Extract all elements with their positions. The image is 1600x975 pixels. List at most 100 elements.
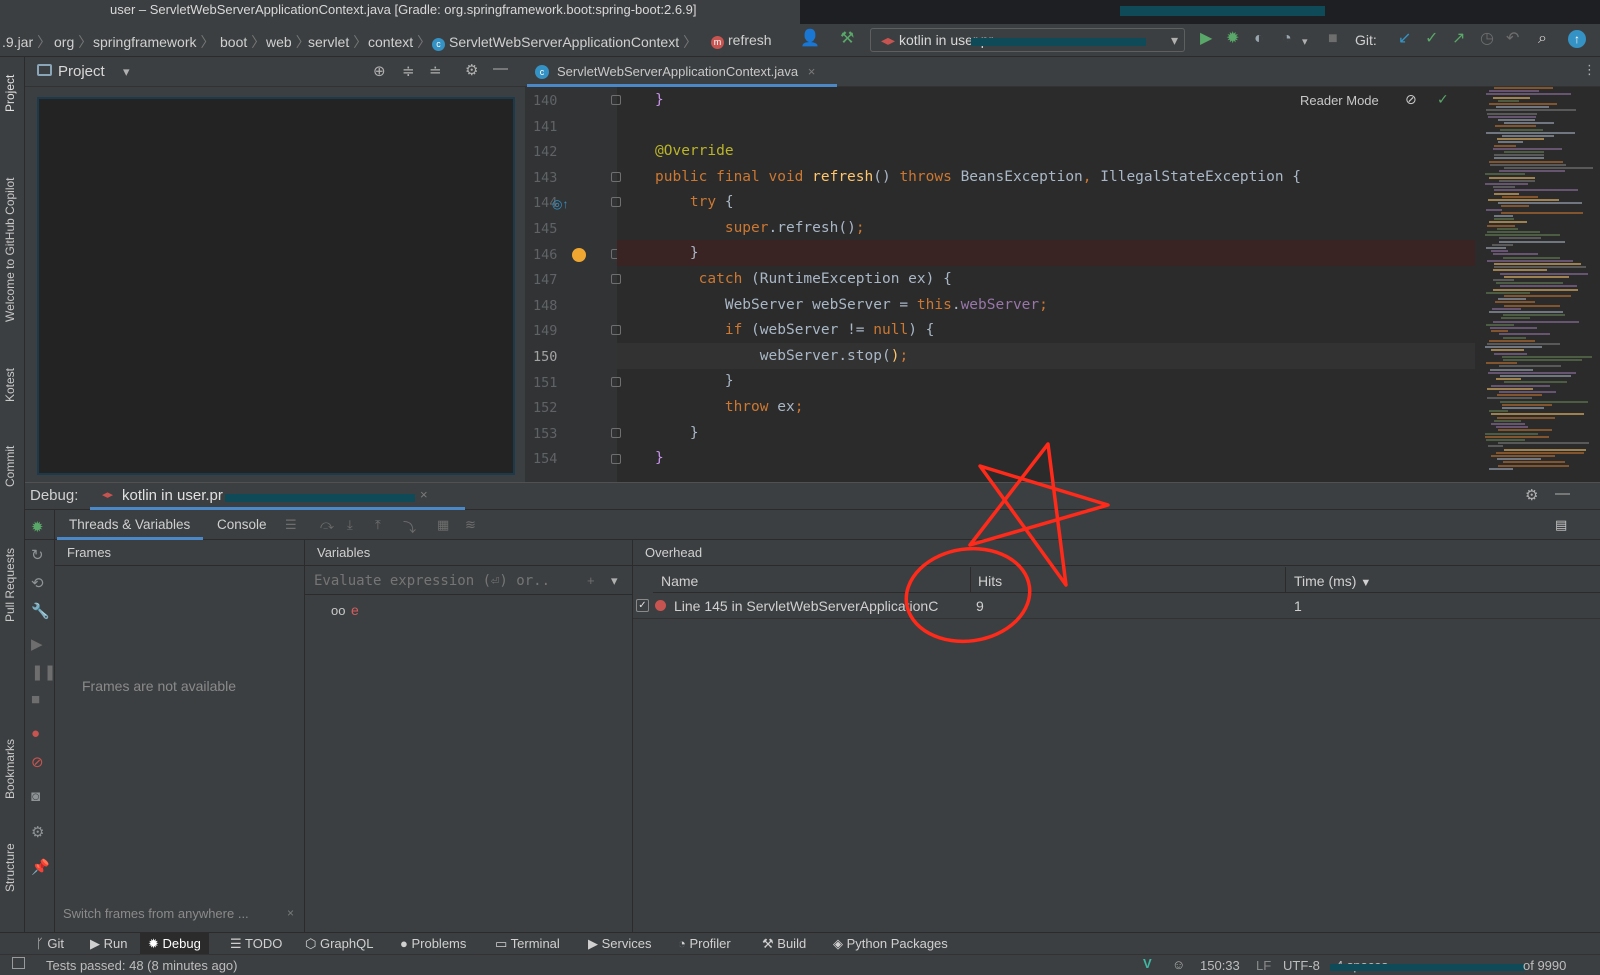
breadcrumb-web[interactable]: web 〉 [266, 32, 310, 52]
breakpoint-icon[interactable] [572, 248, 586, 262]
tool-python-packages[interactable]: ◈ Python Packages [833, 936, 948, 952]
chevron-down-icon[interactable]: ▾ [1302, 33, 1308, 51]
more-icon[interactable]: ⋮ [1583, 62, 1596, 78]
step-out-icon[interactable]: ⤒ [375, 517, 381, 533]
panel-toggle-icon[interactable] [12, 957, 25, 969]
fold-icon[interactable] [611, 197, 621, 207]
gear-icon[interactable]: ⚙ [465, 61, 478, 79]
reader-mode-button[interactable]: Reader Mode [1300, 93, 1379, 108]
fold-icon[interactable] [611, 95, 621, 105]
git-commit-icon[interactable]: ✓ [1425, 30, 1438, 48]
menu-lines-icon[interactable]: ☰ [285, 517, 297, 533]
tool-build[interactable]: ⚒ Build [762, 936, 806, 952]
pause-icon[interactable]: ❚❚ [31, 663, 56, 681]
expand-all-icon[interactable]: ≑ [402, 62, 415, 80]
run-to-cursor-icon[interactable]: ⤵ [403, 517, 416, 536]
tool-tab-pull-requests[interactable]: Pull Requests [3, 548, 17, 622]
debug-session-tab[interactable]: ◂▸ kotlin in user.pr × [90, 483, 465, 510]
tool-graphql[interactable]: ⬡ GraphQL [305, 936, 373, 952]
column-name[interactable]: Name [653, 567, 971, 593]
git-update-icon[interactable]: ↙ [1398, 30, 1411, 48]
fold-icon[interactable] [611, 325, 621, 335]
locate-icon[interactable]: ⊕ [373, 62, 386, 80]
gear-icon[interactable]: ⚙ [1525, 486, 1538, 504]
fold-icon[interactable] [611, 454, 621, 464]
tool-tab-copilot[interactable]: Welcome to GitHub Copilot [3, 177, 17, 322]
caret-position[interactable]: 150:33 [1200, 958, 1240, 973]
rollback-icon[interactable]: ↶ [1506, 30, 1519, 48]
view-breakpoints-icon[interactable]: ● [31, 725, 40, 742]
override-marker-icon[interactable]: ◎↑ [552, 197, 568, 211]
mute-breakpoints-icon[interactable]: ⊘ [31, 753, 44, 771]
step-over-icon[interactable]: ⤼ [320, 517, 334, 533]
evaluate-icon[interactable]: ▦ [437, 517, 449, 533]
search-icon[interactable]: ⌕ [1538, 30, 1547, 48]
tool-tab-project[interactable]: Project [3, 75, 17, 112]
project-panel-title[interactable]: Project [58, 63, 105, 80]
layout-icon[interactable]: ▤ [1555, 517, 1567, 533]
row-checkbox[interactable]: ✓ [636, 599, 649, 612]
debug-bug-icon[interactable]: ✹ [1226, 30, 1239, 48]
wrench-icon[interactable]: 🔧 [31, 602, 50, 620]
coverage-icon[interactable]: ◐ [1254, 30, 1264, 48]
restart-icon[interactable]: ⟲ [31, 574, 44, 592]
tool-tab-kotest[interactable]: Kotest [3, 368, 17, 402]
breadcrumb-boot[interactable]: boot 〉 [220, 32, 265, 52]
add-watch-icon[interactable]: + [587, 573, 595, 588]
build-hammer-icon[interactable]: ⚒ [840, 30, 854, 48]
vuejs-icon[interactable]: V [1143, 956, 1152, 971]
table-row[interactable]: ✓ Line 145 in ServletWebServerApplicatio… [633, 593, 1600, 619]
user-icon[interactable]: 👤 [800, 30, 820, 48]
chevron-down-icon[interactable]: ▾ [123, 64, 130, 80]
minimize-icon[interactable]: — [493, 60, 508, 77]
update-icon[interactable]: ↑ [1568, 30, 1586, 48]
close-icon[interactable]: × [287, 906, 294, 920]
tool-todo[interactable]: ☰ TODO [230, 936, 282, 952]
camera-icon[interactable]: ◙ [31, 788, 40, 805]
frames-hint[interactable]: Switch frames from anywhere ... [63, 906, 249, 921]
history-icon[interactable]: ◷ [1480, 30, 1494, 48]
breadcrumb-context[interactable]: context 〉 [368, 32, 431, 52]
check-icon[interactable]: ✓ [1437, 91, 1449, 108]
tool-run[interactable]: ▶ Run [90, 936, 127, 952]
breadcrumb-org[interactable]: org 〉 [54, 32, 92, 52]
step-into-icon[interactable]: ⤓ [347, 517, 353, 533]
rerun-icon[interactable]: ↻ [31, 546, 44, 564]
tool-debug[interactable]: ✹ Debug [140, 933, 209, 954]
test-status[interactable]: Tests passed: 48 (8 minutes ago) [46, 958, 238, 973]
breadcrumb-springframework[interactable]: springframework 〉 [93, 32, 214, 52]
breadcrumb-jar[interactable]: .9.jar 〉 [2, 32, 51, 52]
close-icon[interactable]: × [420, 487, 428, 502]
tool-tab-commit[interactable]: Commit [3, 446, 17, 487]
tool-problems[interactable]: ● Problems [400, 936, 466, 951]
fold-icon[interactable] [611, 172, 621, 182]
tool-terminal[interactable]: ▭ Terminal [495, 936, 560, 952]
watch-variable[interactable]: e [351, 602, 359, 618]
fold-icon[interactable] [611, 274, 621, 284]
copilot-icon[interactable]: ☺ [1172, 957, 1185, 972]
tool-services[interactable]: ▶ Services [588, 936, 651, 952]
eye-slash-icon[interactable]: ⊘ [1405, 91, 1417, 108]
trace-icon[interactable]: ≋ [465, 517, 476, 533]
profile-icon[interactable]: ◔ [1282, 30, 1292, 48]
resume-icon[interactable]: ▶ [31, 635, 43, 653]
tab-console[interactable]: Console [205, 511, 285, 540]
close-icon[interactable]: × [808, 64, 816, 79]
line-separator[interactable]: LF [1256, 958, 1271, 973]
stop-icon[interactable]: ■ [31, 691, 40, 708]
fold-icon[interactable] [611, 428, 621, 438]
breadcrumb-servlet[interactable]: servlet 〉 [308, 32, 367, 52]
gear-icon[interactable]: ⚙ [31, 823, 44, 841]
file-encoding[interactable]: UTF-8 [1283, 958, 1320, 973]
breadcrumb-class[interactable]: c ServletWebServerApplicationContext 〉 [432, 32, 697, 52]
breadcrumb-method[interactable]: m refresh [711, 32, 772, 49]
run-icon[interactable]: ▶ [1200, 30, 1212, 48]
chevron-down-icon[interactable]: ▾ [611, 573, 618, 589]
run-configuration-select[interactable]: ◂▸ kotlin in user.pr ▾ [870, 28, 1185, 52]
collapse-all-icon[interactable]: ≐ [429, 62, 442, 80]
editor-tab-active[interactable]: c ServletWebServerApplicationContext.jav… [527, 57, 837, 87]
git-push-icon[interactable]: ↗ [1452, 30, 1465, 48]
stop-icon[interactable]: ■ [1328, 30, 1338, 48]
pin-icon[interactable]: 📌 [31, 858, 50, 876]
tool-tab-structure[interactable]: Structure [3, 843, 17, 892]
